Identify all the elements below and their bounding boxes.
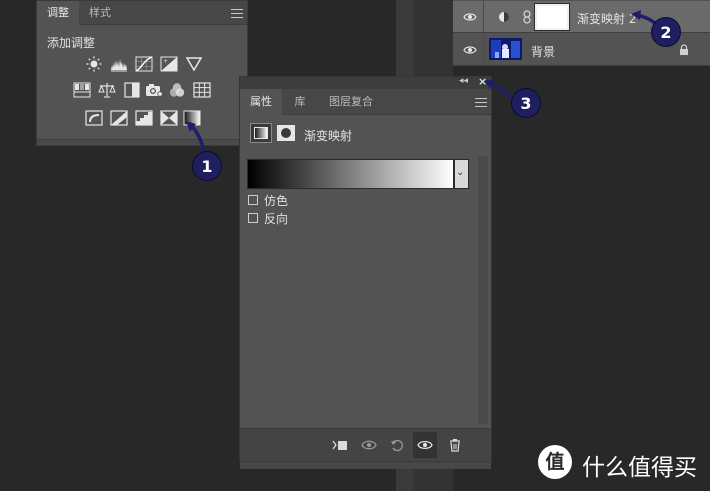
- invert-icon[interactable]: [85, 110, 103, 126]
- panel-resize-grip[interactable]: [240, 461, 491, 469]
- collapse-icon[interactable]: ◂◂: [459, 76, 468, 86]
- brightness-contrast-icon[interactable]: [85, 56, 103, 72]
- properties-header-label: 渐变映射: [304, 129, 353, 143]
- watermark-logo: 值: [538, 445, 572, 479]
- gradient-preview[interactable]: [247, 159, 454, 189]
- layer-divider: [483, 34, 484, 66]
- eye-icon[interactable]: [463, 45, 477, 55]
- close-icon[interactable]: ×: [478, 75, 487, 88]
- curves-icon[interactable]: [135, 56, 153, 72]
- adjustment-layer-icon: [499, 12, 509, 22]
- panel-resize-grip[interactable]: [37, 139, 247, 145]
- adjustment-mode-button[interactable]: [250, 123, 272, 143]
- scrollbar-track[interactable]: [478, 156, 488, 424]
- eye-icon[interactable]: [463, 12, 477, 22]
- mask-mode-button[interactable]: [277, 125, 295, 141]
- layer-name[interactable]: 渐变映射 2: [577, 10, 636, 27]
- properties-bottom-toolbar: [240, 428, 491, 461]
- arrow-3: [487, 81, 514, 101]
- properties-panel: ◂◂ × 属性 库 图层复合 渐变映射 ⌄ 仿色 反向: [239, 75, 492, 469]
- layer-mask-thumbnail[interactable]: [534, 3, 570, 31]
- adjustments-tab-bar: 调整 样式: [37, 1, 247, 25]
- threshold-icon[interactable]: [135, 110, 153, 126]
- color-lookup-icon[interactable]: [193, 82, 211, 98]
- lock-icon: [680, 44, 688, 55]
- layer-thumbnail[interactable]: [489, 38, 522, 60]
- gradient-dropdown[interactable]: ⌄: [454, 159, 469, 189]
- trash-icon[interactable]: [449, 438, 461, 452]
- selective-color-icon[interactable]: [160, 110, 178, 126]
- tab-properties[interactable]: 属性: [240, 89, 282, 115]
- callout-1: 1: [192, 151, 222, 181]
- eye-icon: [417, 440, 433, 450]
- levels-icon[interactable]: [110, 56, 128, 72]
- tab-adjustments[interactable]: 调整: [37, 1, 79, 25]
- adjustments-panel: 调整 样式 添加调整 +: [36, 0, 248, 146]
- posterize-icon[interactable]: [110, 110, 128, 126]
- link-icon[interactable]: [523, 10, 531, 24]
- tab-layer-comps[interactable]: 图层复合: [320, 89, 382, 115]
- dither-label: 仿色: [264, 194, 289, 208]
- clip-to-layer-icon[interactable]: [332, 439, 348, 451]
- dither-checkbox[interactable]: [248, 195, 258, 205]
- color-balance-icon[interactable]: [98, 82, 116, 98]
- watermark-text: 什么值得买: [582, 455, 697, 481]
- visibility-toggle[interactable]: [413, 432, 437, 458]
- reverse-checkbox[interactable]: [248, 213, 258, 223]
- chevron-down-icon: ⌄: [456, 167, 465, 178]
- add-adjustment-label: 添加调整: [47, 36, 96, 50]
- reverse-label: 反向: [264, 212, 289, 226]
- black-white-icon[interactable]: [123, 82, 141, 98]
- view-previous-state-icon[interactable]: [361, 439, 379, 451]
- tab-libraries[interactable]: 库: [282, 89, 318, 115]
- panel-menu-icon[interactable]: [231, 9, 243, 18]
- callout-2: 2: [651, 17, 681, 47]
- callout-3: 3: [511, 88, 541, 118]
- photo-filter-icon[interactable]: [145, 82, 163, 98]
- reset-icon[interactable]: [390, 438, 404, 452]
- mask-circle-icon: [281, 128, 291, 138]
- panel-menu-icon[interactable]: [475, 98, 487, 107]
- channel-mixer-icon[interactable]: [168, 82, 186, 98]
- svg-text:+: +: [163, 58, 168, 65]
- gradient-map-icon[interactable]: [183, 110, 201, 126]
- hue-saturation-icon[interactable]: [73, 82, 91, 98]
- exposure-icon[interactable]: +: [160, 56, 178, 72]
- layer-name[interactable]: 背景: [531, 43, 555, 60]
- watermark: 值 什么值得买: [538, 443, 708, 483]
- panel-title-bar[interactable]: ◂◂ ×: [240, 75, 491, 89]
- gradient-map-icon: [254, 127, 268, 139]
- vibrance-icon[interactable]: [185, 56, 203, 72]
- tab-styles[interactable]: 样式: [79, 1, 121, 25]
- layer-divider: [483, 1, 484, 33]
- properties-tab-bar: 属性 库 图层复合: [240, 89, 491, 115]
